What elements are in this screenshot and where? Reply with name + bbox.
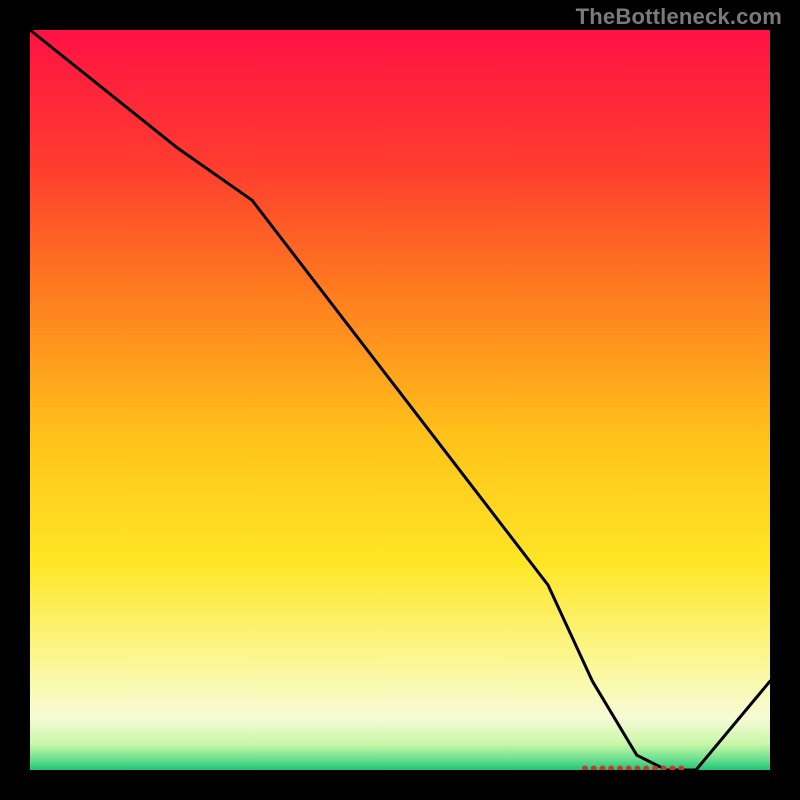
chart-plot: [30, 30, 770, 770]
chart-background: [30, 30, 770, 770]
watermark-text: TheBottleneck.com: [576, 4, 782, 30]
chart-frame: TheBottleneck.com: [0, 0, 800, 800]
chart-svg: [30, 30, 770, 770]
